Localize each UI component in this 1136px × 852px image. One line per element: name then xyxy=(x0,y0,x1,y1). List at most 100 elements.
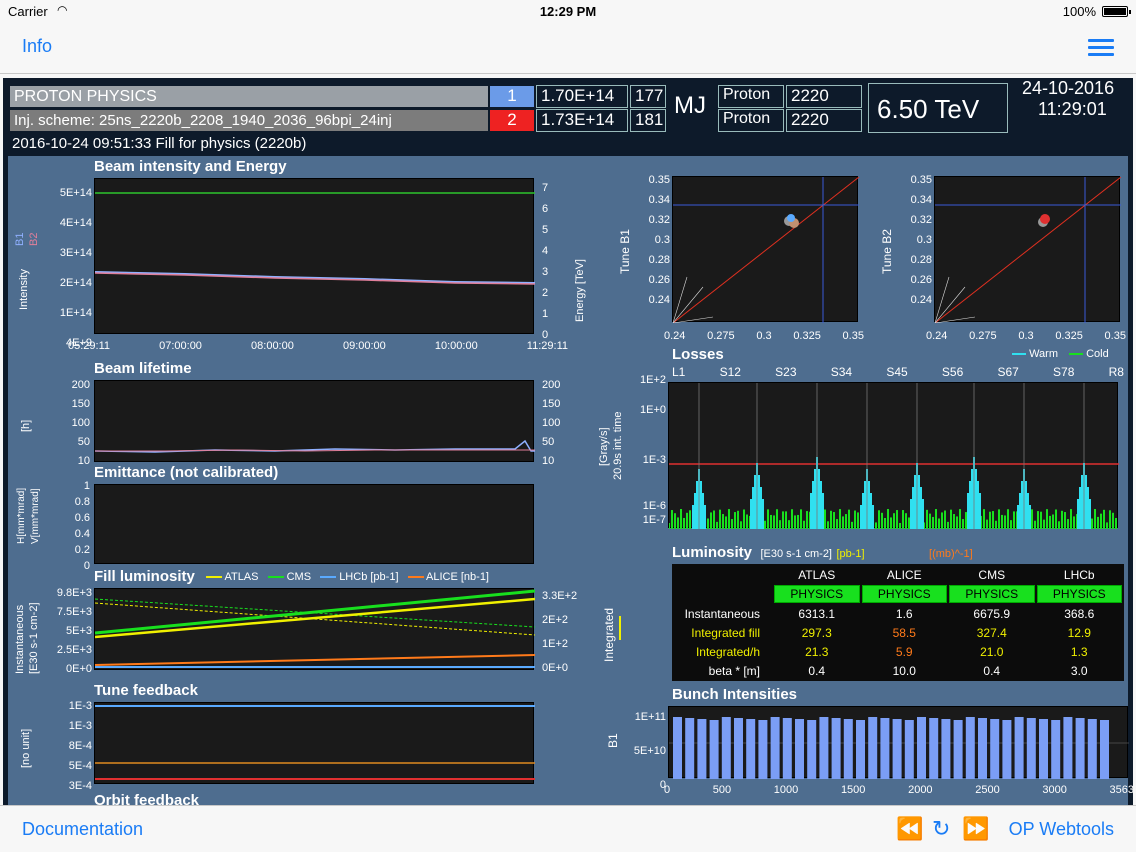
beam2-number: 2 xyxy=(490,110,534,131)
bunch-train xyxy=(941,719,951,779)
bunch-train xyxy=(904,720,914,779)
legend-lhcb-swatch xyxy=(320,576,337,579)
losses-ylabel: [Gray/s] xyxy=(598,427,610,466)
bunch-train xyxy=(953,720,963,779)
bunch-train xyxy=(673,717,682,779)
bunch-train xyxy=(843,719,853,779)
beam1-energy-mj: 177 xyxy=(630,85,666,108)
bunch-train xyxy=(990,719,1000,779)
bunch-train xyxy=(1026,718,1036,779)
status-badge: PHYSICS xyxy=(949,585,1035,603)
losses-ylabel-time: 20.9s int. time xyxy=(612,411,624,480)
beam2-intensity: 1.73E+14 xyxy=(536,109,628,132)
b2-label: B2 xyxy=(28,232,40,246)
status-row: PHYSICS PHYSICS PHYSICS PHYSICS xyxy=(674,585,1122,603)
lifetime-yticks: 200 150 100 50 10 xyxy=(71,379,90,467)
op-webtools-button[interactable]: OP Webtools xyxy=(1009,819,1114,840)
tune-feedback-ylabel: [no unit] xyxy=(20,728,32,768)
fill-lumi-legend: ATLAS CMS LHCb [pb-1] ALICE [nb-1] xyxy=(206,571,489,583)
bunch-train xyxy=(770,717,780,779)
table-row: beta * [m] 0.4 10.0 0.4 3.0 xyxy=(708,663,1088,678)
table-header-row: ATLAS ALICE CMS LHCb xyxy=(798,567,1095,582)
fill-lumi-rticks: 3.3E+2 2E+2 1E+2 0E+0 xyxy=(542,590,578,674)
bunch-train xyxy=(917,717,926,779)
intensity-rticks: 76543210 xyxy=(542,182,549,341)
bunch-train xyxy=(1051,720,1061,779)
beam1-number: 1 xyxy=(490,86,534,107)
b1-label: B1 xyxy=(14,232,26,246)
bunch-train xyxy=(1063,717,1073,779)
tune-b1-plot xyxy=(672,176,860,324)
tune-b2-ylabel: Tune B2 xyxy=(880,229,894,274)
bunch-train xyxy=(868,717,878,779)
fast-forward-icon[interactable]: ⏩ xyxy=(962,816,989,842)
status-bar: Carrier ◠ 12:29 PM 100% xyxy=(0,0,1136,22)
bunch-train xyxy=(856,720,865,779)
bunch-train xyxy=(734,718,743,779)
info-button[interactable]: Info xyxy=(22,36,52,57)
emittance-plot xyxy=(94,484,534,564)
lifetime-title: Beam lifetime xyxy=(94,360,192,377)
status-badge: PHYSICS xyxy=(861,585,947,603)
tune-b1-yticks: 0.35 0.34 0.32 0.3 0.28 0.26 0.24 xyxy=(648,174,670,306)
fill-lumi-yticks: 9.8E+3 7.5E+3 5E+3 2.5E+3 0E+0 xyxy=(56,587,92,675)
beam2-bunches: 2220 xyxy=(786,109,862,132)
tune-b2-chart xyxy=(934,176,1122,324)
emittance-yticks: 1 0.8 0.6 0.4 0.2 0 xyxy=(74,480,90,572)
bunch-train xyxy=(1075,718,1085,779)
beam1-bunches: 2220 xyxy=(786,85,862,108)
tune-b1-ylabel: Tune B1 xyxy=(618,229,632,274)
tune-feedback-yticks: 1E-3 1E-3 8E-4 5E-4 3E-4 xyxy=(68,700,92,792)
beam2-type: Proton xyxy=(718,109,784,132)
lifetime-ylabel: [h] xyxy=(20,419,32,432)
status-badge: PHYSICS xyxy=(1036,585,1122,603)
intensity-plot xyxy=(94,178,536,334)
bunch-train xyxy=(978,718,987,779)
bunch-train xyxy=(892,719,902,779)
tune-b2-yticks: 0.35 0.34 0.32 0.3 0.28 0.26 0.24 xyxy=(910,174,932,306)
table-row: Integrated/h 21.3 5.9 21.0 1.3 xyxy=(695,644,1088,659)
legend-cold-swatch xyxy=(1069,353,1084,356)
bunch-train xyxy=(685,718,695,779)
fill-lumi-ylabel: Instantaneous xyxy=(14,604,26,674)
luminosity-title-row: Luminosity [E30 s-1 cm-2] [pb-1] [(mb)^-… xyxy=(672,544,973,561)
bunch-train xyxy=(965,717,975,779)
tune-b1-xticks: 0.24 0.275 0.3 0.325 0.35 xyxy=(664,330,864,342)
menu-icon[interactable] xyxy=(1088,39,1114,57)
bunch-train xyxy=(807,720,817,779)
emittance-title: Emittance (not calibrated) xyxy=(94,464,279,481)
bunch-plot xyxy=(668,706,1129,779)
beam-energy: 6.50 TeV xyxy=(868,83,1008,133)
bunch-train xyxy=(721,717,731,779)
table-row: Instantaneous 6313.1 1.6 6675.9 368.6 xyxy=(684,606,1095,621)
status-badge: PHYSICS xyxy=(774,585,860,603)
bunch-yticks: 1E+11 5E+10 0 xyxy=(633,711,666,791)
emittance-ylabel-v: V[mm*mrad] xyxy=(30,488,41,544)
bunch-train xyxy=(880,718,890,779)
fill-lumi-chart xyxy=(94,589,536,668)
beam1-intensity: 1.70E+14 xyxy=(536,85,628,108)
losses-sectors: L1 S12 S23 S34 S45 S56 S67 S78 R8 xyxy=(672,365,1124,379)
intensity-ylabel: Intensity xyxy=(18,269,30,310)
intensity-chart xyxy=(94,192,536,285)
legend-warm-swatch xyxy=(1012,353,1026,356)
battery-icon xyxy=(1102,6,1131,17)
bunch-train xyxy=(819,717,829,779)
bunch-chart xyxy=(669,717,1129,779)
mode-label: PROTON PHYSICS xyxy=(10,86,488,107)
bunch-train xyxy=(795,719,804,779)
lifetime-plot xyxy=(94,380,535,462)
fill-lumi-ylabel-unit: [E30 s-1 cm-2] xyxy=(28,602,40,674)
bunch-train xyxy=(782,718,792,779)
tune-b2-xticks: 0.24 0.275 0.3 0.325 0.35 xyxy=(926,330,1126,342)
battery-percent: 100% xyxy=(1062,4,1096,19)
rewind-icon[interactable]: ⏪ xyxy=(896,816,923,842)
table-row: Integrated fill 297.3 58.5 327.4 12.9 xyxy=(691,625,1091,640)
beam1-type: Proton xyxy=(718,85,784,108)
tune-feedback-chart xyxy=(95,705,535,780)
legend-atlas-swatch xyxy=(206,576,222,579)
losses-title: Losses xyxy=(672,346,724,363)
refresh-icon[interactable]: ↻ xyxy=(932,816,950,842)
date-label: 24-10-2016 xyxy=(1022,78,1115,98)
documentation-button[interactable]: Documentation xyxy=(22,819,143,840)
